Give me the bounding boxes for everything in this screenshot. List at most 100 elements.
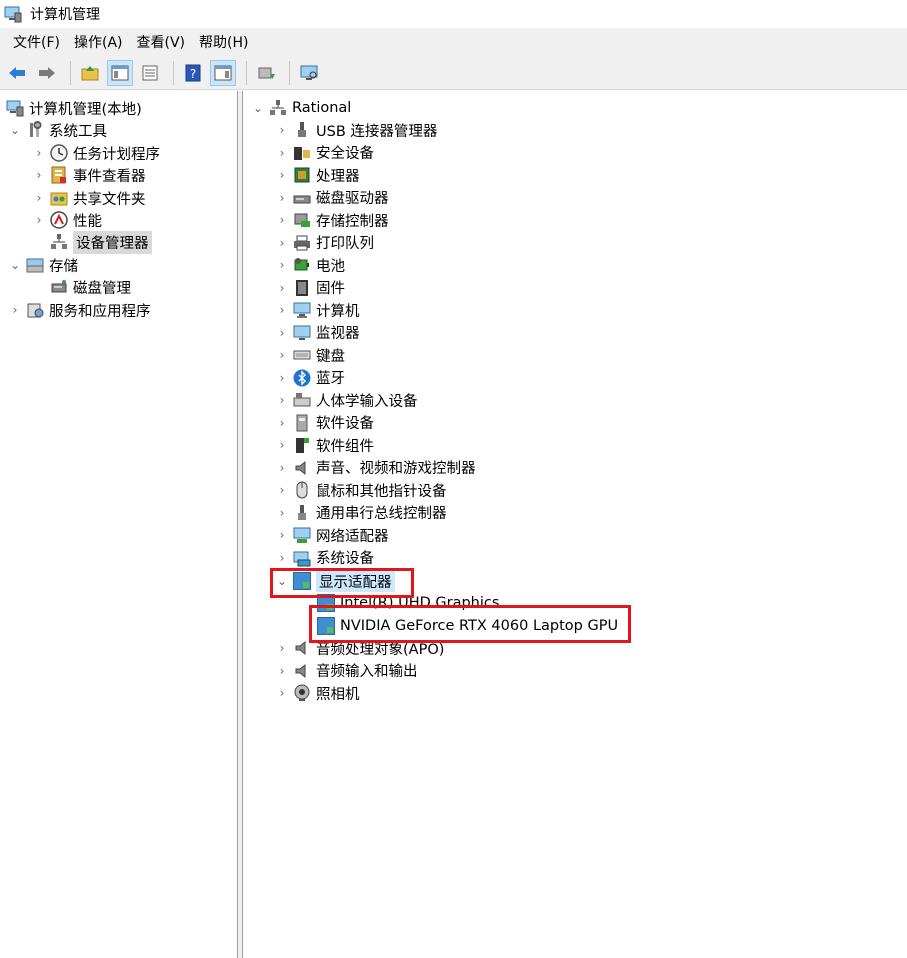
chevron-right-icon[interactable]: › xyxy=(275,326,289,340)
chevron-right-icon[interactable]: › xyxy=(275,551,289,565)
toolbar-separator xyxy=(70,60,71,85)
device-category[interactable]: › 处理器 xyxy=(275,164,360,186)
chevron-right-icon[interactable]: › xyxy=(275,483,289,497)
device-category[interactable]: › 安全设备 xyxy=(275,142,374,164)
device-category[interactable]: › 网络适配器 xyxy=(275,524,389,546)
tree-item-disk-management[interactable]: 磁盘管理 xyxy=(46,276,131,298)
tree-item-device-manager[interactable]: 设备管理器 xyxy=(46,230,152,254)
chevron-down-icon[interactable]: ⌄ xyxy=(8,258,22,272)
monitor-icon xyxy=(293,324,311,342)
chevron-right-icon[interactable]: › xyxy=(275,213,289,227)
back-arrow-icon[interactable] xyxy=(4,60,30,86)
category-label: 计算机 xyxy=(316,303,360,320)
chevron-right-icon[interactable]: › xyxy=(275,528,289,542)
category-label: 磁盘驱动器 xyxy=(316,191,389,207)
device-category[interactable]: › 系统设备 xyxy=(275,547,374,569)
tree-item-shared-folders[interactable]: › 共享文件夹 xyxy=(32,187,146,209)
menu-action[interactable]: 操作(A) xyxy=(67,29,130,55)
update-driver-icon[interactable] xyxy=(253,60,279,86)
device-category[interactable]: › 软件组件 xyxy=(275,434,374,456)
category-label: 声音、视频和游戏控制器 xyxy=(316,461,476,477)
device-category[interactable]: › 存储控制器 xyxy=(275,209,389,231)
menu-help[interactable]: 帮助(H) xyxy=(192,29,255,55)
device-category[interactable]: › 鼠标和其他指针设备 xyxy=(275,479,447,501)
chevron-right-icon[interactable]: › xyxy=(275,258,289,272)
chevron-right-icon[interactable]: › xyxy=(8,303,22,317)
properties-icon[interactable] xyxy=(137,60,163,86)
chevron-right-icon[interactable]: › xyxy=(275,303,289,317)
menu-view[interactable]: 查看(V) xyxy=(130,29,193,55)
device-tree-root[interactable]: ⌄ Rational xyxy=(251,97,351,119)
device-category[interactable]: › 音频输入和输出 xyxy=(275,660,418,682)
tree-label: 任务计划程序 xyxy=(73,146,160,163)
chevron-right-icon[interactable]: › xyxy=(275,191,289,205)
category-label: 人体学输入设备 xyxy=(316,393,418,410)
tree-label: 设备管理器 xyxy=(73,230,152,254)
chevron-right-icon[interactable]: › xyxy=(32,191,46,205)
chevron-right-icon[interactable]: › xyxy=(275,146,289,160)
tree-item-performance[interactable]: › 性能 xyxy=(32,209,102,231)
tree-label: 计算机管理(本地) xyxy=(29,101,142,118)
device-category[interactable]: › 键盘 xyxy=(275,344,345,366)
console-tree-icon[interactable] xyxy=(107,59,133,86)
chevron-right-icon[interactable]: › xyxy=(275,281,289,295)
audio-io-icon xyxy=(293,662,311,680)
chevron-right-icon[interactable]: › xyxy=(275,438,289,452)
chevron-down-icon[interactable]: ⌄ xyxy=(8,123,22,137)
device-category[interactable]: › 监视器 xyxy=(275,322,360,344)
device-category[interactable]: › 计算机 xyxy=(275,299,360,321)
device-category[interactable]: › 电池 xyxy=(275,254,345,276)
device-category[interactable]: › 软件设备 xyxy=(275,412,374,434)
chevron-right-icon[interactable]: › xyxy=(275,664,289,678)
computer-icon xyxy=(293,301,311,319)
tree-item-system-tools[interactable]: ⌄ 系统工具 xyxy=(8,119,107,141)
chevron-right-icon[interactable]: › xyxy=(275,123,289,137)
chevron-right-icon[interactable]: › xyxy=(32,213,46,227)
up-folder-icon[interactable] xyxy=(77,60,103,86)
chevron-right-icon[interactable]: › xyxy=(275,236,289,250)
tree-item-storage[interactable]: ⌄ 存储 xyxy=(8,254,78,276)
tree-item-root[interactable]: 计算机管理(本地) xyxy=(4,97,142,119)
chevron-right-icon[interactable]: › xyxy=(275,393,289,407)
device-category[interactable]: › 磁盘驱动器 xyxy=(275,187,389,209)
forward-arrow-icon[interactable] xyxy=(34,60,60,86)
chevron-right-icon[interactable]: › xyxy=(275,168,289,182)
action-pane-icon[interactable] xyxy=(210,59,236,86)
device-category[interactable]: › 固件 xyxy=(275,277,345,299)
help-icon[interactable]: ? xyxy=(180,60,206,86)
category-label: 系统设备 xyxy=(316,551,374,567)
chevron-right-icon[interactable]: › xyxy=(32,168,46,182)
category-label: 照相机 xyxy=(316,686,360,703)
device-category[interactable]: › 蓝牙 xyxy=(275,367,345,389)
device-category[interactable]: › 照相机 xyxy=(275,682,360,704)
device-category[interactable]: › USB 连接器管理器 xyxy=(275,119,437,141)
device-category[interactable]: › 打印队列 xyxy=(275,232,374,254)
menu-file[interactable]: 文件(F) xyxy=(6,29,67,55)
tree-item-task-scheduler[interactable]: › 任务计划程序 xyxy=(32,142,160,164)
disk-management-icon xyxy=(50,278,68,296)
system-device-icon xyxy=(293,549,311,567)
scan-hardware-icon[interactable] xyxy=(296,60,322,86)
category-label: 通用串行总线控制器 xyxy=(316,506,447,522)
chevron-right-icon[interactable]: › xyxy=(275,348,289,362)
chevron-down-icon[interactable]: ⌄ xyxy=(251,101,265,115)
chevron-right-icon[interactable]: › xyxy=(275,461,289,475)
chevron-right-icon[interactable]: › xyxy=(275,416,289,430)
chevron-right-icon[interactable]: › xyxy=(32,146,46,160)
device-category[interactable]: › 人体学输入设备 xyxy=(275,389,418,411)
chevron-right-icon[interactable]: › xyxy=(275,371,289,385)
console-tree: 计算机管理(本地) ⌄ 系统工具 › 任务计划程序 › 事件查看器 › 共享文件… xyxy=(0,91,238,958)
chevron-right-icon[interactable]: › xyxy=(275,641,289,655)
toolbar-separator xyxy=(289,60,290,85)
security-device-icon xyxy=(293,144,311,162)
chevron-right-icon[interactable]: › xyxy=(275,506,289,520)
tree-item-event-viewer[interactable]: › 事件查看器 xyxy=(32,164,146,186)
device-category[interactable]: › 声音、视频和游戏控制器 xyxy=(275,457,476,479)
tree-item-services-apps[interactable]: › 服务和应用程序 xyxy=(8,299,151,321)
disk-drive-icon xyxy=(293,189,311,207)
category-label: 音频输入和输出 xyxy=(316,664,418,680)
event-viewer-icon xyxy=(50,166,68,184)
highlight-box-nvidia-gpu xyxy=(309,605,631,643)
device-category[interactable]: › 通用串行总线控制器 xyxy=(275,502,447,524)
chevron-right-icon[interactable]: › xyxy=(275,686,289,700)
